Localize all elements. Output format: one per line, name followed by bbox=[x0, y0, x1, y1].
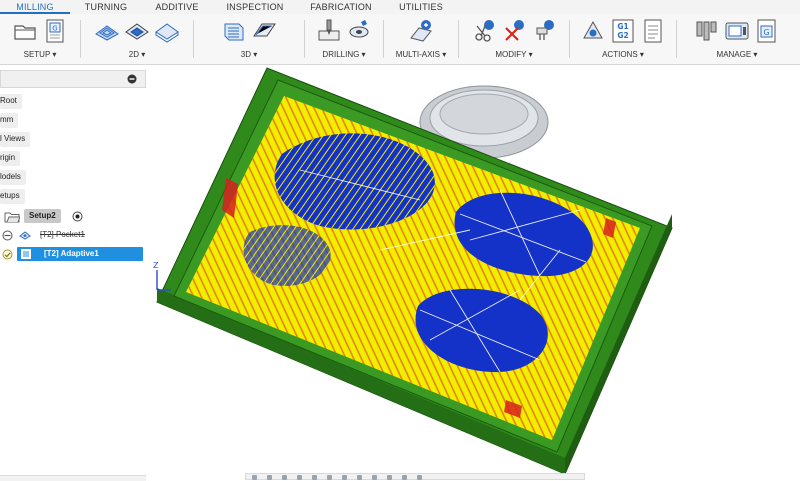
check-icon bbox=[2, 249, 13, 260]
folder-setup-icon[interactable] bbox=[12, 18, 38, 44]
browser-node-views[interactable]: l Views bbox=[0, 132, 31, 147]
tab-turning[interactable]: TURNING bbox=[70, 0, 142, 14]
workspace-tabs: MILLING TURNING ADDITIVE INSPECTION FABR… bbox=[0, 0, 800, 14]
browser-header bbox=[0, 70, 146, 88]
browser-footer bbox=[0, 475, 146, 481]
browser-node-setups[interactable]: etups bbox=[0, 189, 25, 204]
adaptive-op-icon bbox=[21, 249, 31, 259]
drill-icon[interactable] bbox=[316, 18, 342, 44]
3d-menu[interactable]: 3D ▾ bbox=[195, 50, 303, 59]
operation-pocket1: [T2] Pocket1 bbox=[40, 230, 85, 239]
drilling-menu[interactable]: DRILLING ▾ bbox=[306, 50, 382, 59]
environment-icon[interactable] bbox=[417, 475, 422, 480]
divider bbox=[304, 20, 305, 58]
2d-pocket-icon[interactable] bbox=[124, 18, 150, 44]
browser-panel: Root mm l Views rigin lodels etups Setup… bbox=[0, 66, 148, 480]
multi-axis-icon[interactable] bbox=[408, 18, 434, 44]
z-axis-label: Z bbox=[153, 261, 159, 270]
3d-adaptive-icon[interactable] bbox=[221, 18, 247, 44]
ribbon-toolbar: G SETUP ▾ 2D ▾ 3D ▾ DRILLING ▾ MULTI-AXI… bbox=[0, 14, 800, 65]
activate-setup-icon[interactable] bbox=[72, 211, 83, 222]
model-view: Z bbox=[153, 67, 673, 475]
g-badge-text: G bbox=[52, 25, 57, 33]
3d-pocket-icon[interactable] bbox=[251, 18, 277, 44]
tab-additive[interactable]: ADDITIVE bbox=[142, 0, 212, 14]
manage-group: G MANAGE ▾ bbox=[678, 14, 796, 64]
grid-settings-icon[interactable] bbox=[327, 475, 332, 480]
modify-group: MODIFY ▾ bbox=[460, 14, 568, 64]
3d-group: 3D ▾ bbox=[195, 14, 303, 64]
setup-menu[interactable]: SETUP ▾ bbox=[0, 50, 80, 59]
browser-node-root[interactable]: Root bbox=[0, 94, 22, 109]
divider bbox=[383, 20, 384, 58]
fit-icon[interactable] bbox=[297, 475, 302, 480]
browser-node-origin[interactable]: rigin bbox=[0, 151, 21, 166]
multi-axis-group: MULTI-AXIS ▾ bbox=[385, 14, 457, 64]
navigation-bar[interactable] bbox=[245, 473, 585, 480]
drilling-group: DRILLING ▾ bbox=[306, 14, 382, 64]
delete-icon[interactable] bbox=[501, 18, 527, 44]
tool-library-icon[interactable] bbox=[694, 18, 720, 44]
tab-fabrication[interactable]: FABRICATION bbox=[298, 0, 384, 14]
suppressed-icon bbox=[2, 230, 13, 241]
multi-axis-menu[interactable]: MULTI-AXIS ▾ bbox=[385, 50, 457, 59]
camera-icon[interactable] bbox=[357, 475, 362, 480]
browser-node-models[interactable]: lodels bbox=[0, 170, 26, 185]
setup-label: Setup2 bbox=[24, 209, 61, 223]
2d-adaptive-icon[interactable] bbox=[94, 18, 120, 44]
new-setup-icon[interactable]: G bbox=[42, 18, 68, 44]
g2-text: G2 bbox=[617, 31, 628, 40]
post-process-icon[interactable]: G1 G2 bbox=[610, 18, 636, 44]
face-icon[interactable] bbox=[154, 18, 180, 44]
orbit-icon[interactable] bbox=[252, 475, 257, 480]
g1-text: G1 bbox=[617, 22, 628, 31]
pan-icon[interactable] bbox=[267, 475, 272, 480]
actions-menu[interactable]: ACTIONS ▾ bbox=[571, 50, 675, 59]
render-icon[interactable] bbox=[387, 475, 392, 480]
setup-sheet-icon[interactable] bbox=[640, 18, 666, 44]
viewports-icon[interactable] bbox=[342, 475, 347, 480]
setup-group: G SETUP ▾ bbox=[0, 14, 80, 64]
modify-menu[interactable]: MODIFY ▾ bbox=[460, 50, 568, 59]
setup-folder-icon bbox=[4, 212, 20, 223]
divider bbox=[676, 20, 677, 58]
cut-icon[interactable] bbox=[471, 18, 497, 44]
operation-adaptive1: [T2] Adaptive1 bbox=[44, 249, 99, 258]
template-icon[interactable]: G bbox=[754, 18, 780, 44]
tab-milling[interactable]: MILLING bbox=[0, 0, 70, 14]
browser-node-units[interactable]: mm bbox=[0, 113, 19, 128]
section-icon[interactable] bbox=[372, 475, 377, 480]
visual-style-icon[interactable] bbox=[402, 475, 407, 480]
2d-group: 2D ▾ bbox=[82, 14, 192, 64]
tab-inspection[interactable]: INSPECTION bbox=[212, 0, 298, 14]
divider bbox=[569, 20, 570, 58]
2d-menu[interactable]: 2D ▾ bbox=[82, 50, 192, 59]
simulate-icon[interactable] bbox=[580, 18, 606, 44]
machine-library-icon[interactable] bbox=[724, 18, 750, 44]
divider bbox=[193, 20, 194, 58]
setup-row[interactable]: Setup2 bbox=[0, 209, 148, 225]
tool-icon[interactable] bbox=[531, 18, 557, 44]
divider bbox=[458, 20, 459, 58]
tab-utilities[interactable]: UTILITIES bbox=[384, 0, 458, 14]
drill-hole-icon[interactable] bbox=[346, 18, 372, 44]
divider bbox=[80, 20, 81, 58]
pocket-op-icon bbox=[19, 231, 31, 240]
manage-menu[interactable]: MANAGE ▾ bbox=[678, 50, 796, 59]
actions-group: G1 G2 ACTIONS ▾ bbox=[571, 14, 675, 64]
display-settings-icon[interactable] bbox=[312, 475, 317, 480]
zoom-icon[interactable] bbox=[282, 475, 287, 480]
collapse-icon[interactable] bbox=[127, 74, 137, 84]
template-g-text: G bbox=[763, 28, 769, 37]
viewport-canvas[interactable]: Z bbox=[148, 64, 800, 475]
operation-row[interactable]: [T2] Pocket1 bbox=[0, 228, 148, 244]
operation-row-selected[interactable]: [T2] Adaptive1 bbox=[0, 247, 148, 263]
